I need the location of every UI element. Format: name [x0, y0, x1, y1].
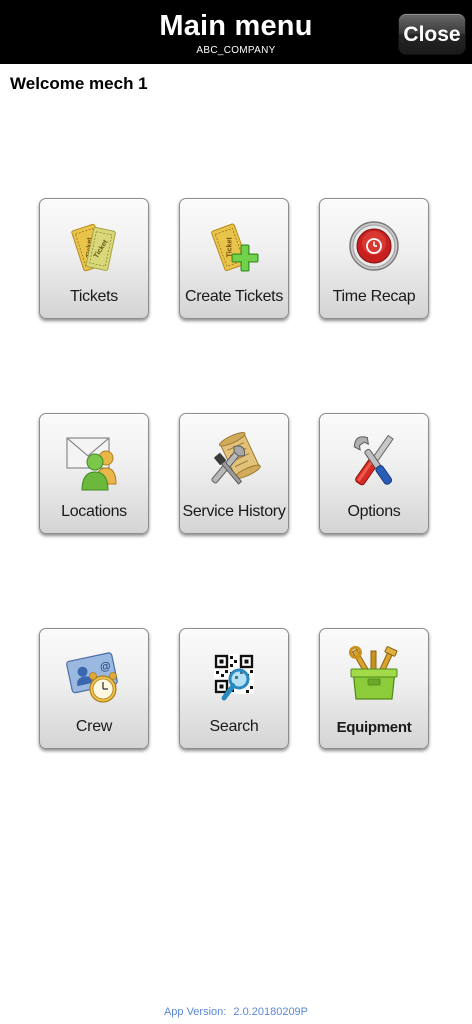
search-label: Search	[209, 718, 259, 735]
welcome-message: Welcome mech 1	[10, 74, 148, 93]
add-ticket-icon: Ticket	[180, 213, 288, 279]
crew-label: Crew	[75, 718, 113, 735]
equipment-label: Equipment	[336, 719, 412, 736]
qr-search-icon	[180, 643, 288, 709]
locations-button[interactable]: Locations	[39, 413, 149, 534]
scroll-tools-icon	[180, 428, 288, 494]
options-label: Options	[347, 503, 401, 520]
crew-button[interactable]: @ Crew	[39, 628, 149, 749]
crew-card-clock-icon: @	[40, 643, 148, 709]
search-button[interactable]: Search	[179, 628, 289, 749]
service-history-label: Service History	[182, 503, 286, 520]
tools-icon	[320, 428, 428, 494]
tickets-button[interactable]: Ticket Ticket Tickets	[39, 198, 149, 319]
ticket-icon: Ticket Ticket	[40, 213, 148, 279]
locations-label: Locations	[61, 503, 127, 520]
time-recap-button[interactable]: Time Recap	[319, 198, 429, 319]
options-button[interactable]: Options	[319, 413, 429, 534]
close-button[interactable]: Close	[398, 13, 466, 55]
app-version: App Version: 2.0.20180209P	[0, 1006, 472, 1018]
clock-icon	[320, 213, 428, 279]
equipment-button[interactable]: Equipment	[319, 628, 429, 749]
service-history-button[interactable]: Service History	[179, 413, 289, 534]
contacts-icon	[40, 428, 148, 494]
top-bar: Main menu ABC_COMPANY Close	[0, 0, 472, 64]
create-tickets-label: Create Tickets	[184, 288, 284, 305]
create-tickets-button[interactable]: Ticket Create Tickets	[179, 198, 289, 319]
menu-grid: Ticket Ticket Tickets Ticket	[0, 0, 472, 1024]
time-recap-label: Time Recap	[332, 288, 416, 305]
toolbox-icon	[320, 643, 428, 709]
tickets-label: Tickets	[70, 288, 118, 305]
app-version-label: App Version:	[163, 1006, 227, 1018]
app-version-value: 2.0.20180209P	[233, 1006, 309, 1018]
